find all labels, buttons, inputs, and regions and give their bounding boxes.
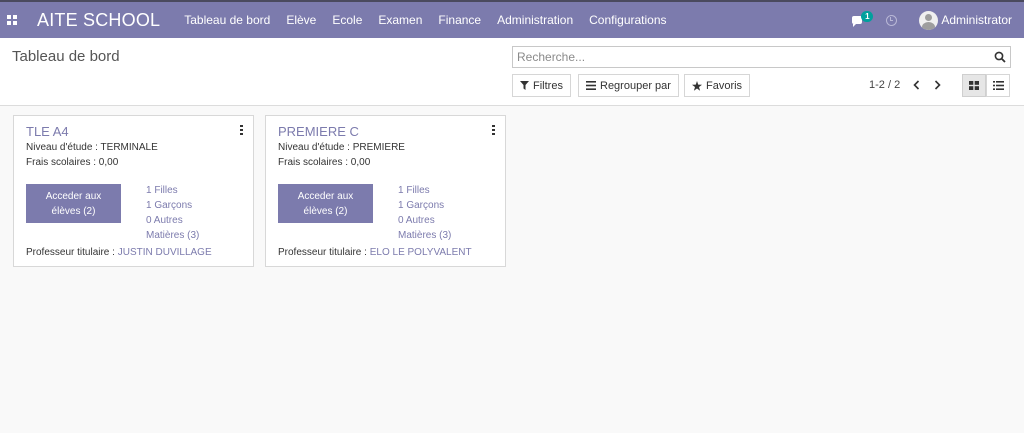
chevron-left-icon[interactable]	[910, 78, 922, 92]
filters-label: Filtres	[533, 79, 563, 92]
chevron-right-icon[interactable]	[931, 78, 943, 92]
pager-value[interactable]: 1-2 / 2	[869, 79, 900, 91]
menu-item-configurations[interactable]: Configurations	[589, 13, 666, 27]
user-avatar[interactable]	[919, 10, 939, 30]
chat-icon[interactable]: 1	[852, 10, 874, 30]
head-teacher: Professeur titulaire : JUSTIN DUVILLAGE	[26, 247, 212, 258]
user-menu[interactable]: Administrator	[941, 13, 1012, 27]
apps-grid-icon[interactable]	[0, 2, 24, 38]
kanban-view-button[interactable]	[962, 74, 986, 97]
top-navbar: AITE SCHOOL Tableau de bord Elève Ecole …	[0, 0, 1024, 38]
main-menu: Tableau de bord Elève Ecole Examen Finan…	[184, 13, 682, 27]
girls-count-link[interactable]: 1 Filles	[398, 185, 430, 196]
girls-count-link[interactable]: 1 Filles	[146, 185, 178, 196]
head-teacher-label: Professeur titulaire :	[278, 247, 370, 258]
list-icon	[992, 81, 1004, 90]
list-view-button[interactable]	[986, 74, 1010, 97]
filter-icon	[520, 81, 529, 90]
head-teacher-link[interactable]: ELO LE POLYVALENT	[370, 247, 472, 258]
subjects-link[interactable]: Matières (3)	[146, 230, 199, 241]
menu-item-tableau-de-bord[interactable]: Tableau de bord	[184, 13, 270, 27]
kebab-menu-icon[interactable]	[240, 125, 243, 135]
school-fees: Frais scolaires : 0,00	[278, 157, 371, 168]
kebab-menu-icon[interactable]	[492, 125, 495, 135]
card-title[interactable]: PREMIERE C	[278, 124, 359, 139]
menu-item-eleve[interactable]: Elève	[286, 13, 316, 27]
menu-item-examen[interactable]: Examen	[378, 13, 422, 27]
head-teacher: Professeur titulaire : ELO LE POLYVALENT	[278, 247, 472, 258]
school-fees: Frais scolaires : 0,00	[26, 157, 119, 168]
filters-button[interactable]: Filtres	[512, 74, 571, 97]
search-input[interactable]	[513, 47, 983, 67]
group-by-button[interactable]: Regrouper par	[578, 74, 679, 97]
access-students-button[interactable]: Acceder aux élèves (2)	[26, 184, 121, 223]
access-students-line1: Acceder aux	[45, 190, 102, 202]
study-level: Niveau d'étude : TERMINALE	[26, 142, 158, 153]
page-title: Tableau de bord	[12, 48, 120, 65]
access-students-button[interactable]: Acceder aux élèves (2)	[278, 184, 373, 223]
search-bar	[512, 46, 1011, 68]
menu-item-finance[interactable]: Finance	[438, 13, 481, 27]
head-teacher-label: Professeur titulaire :	[26, 247, 118, 258]
group-by-label: Regrouper par	[600, 79, 671, 92]
others-count-link[interactable]: 0 Autres	[398, 215, 435, 226]
kanban-card[interactable]: PREMIERE C Niveau d'étude : PREMIERE Fra…	[265, 115, 506, 267]
menu-item-ecole[interactable]: Ecole	[332, 13, 362, 27]
subjects-link[interactable]: Matières (3)	[398, 230, 451, 241]
search-icon[interactable]	[994, 51, 1006, 63]
favorites-button[interactable]: Favoris	[684, 74, 751, 97]
access-students-line2: élèves (2)	[303, 205, 348, 217]
brand-name[interactable]: AITE SCHOOL	[37, 10, 160, 31]
star-icon	[692, 80, 702, 91]
control-panel: Tableau de bord Filtres Regrouper par Fa…	[0, 38, 1024, 106]
navbar-systray: 1 Administrator	[852, 2, 1012, 38]
boys-count-link[interactable]: 1 Garçons	[146, 200, 192, 211]
others-count-link[interactable]: 0 Autres	[146, 215, 183, 226]
study-level: Niveau d'étude : PREMIERE	[278, 142, 405, 153]
access-students-line1: Acceder aux	[297, 190, 354, 202]
bars-icon	[586, 81, 596, 90]
kanban-card[interactable]: TLE A4 Niveau d'étude : TERMINALE Frais …	[13, 115, 254, 267]
favorites-label: Favoris	[706, 79, 743, 92]
messages-badge: 1	[861, 11, 874, 22]
clock-icon[interactable]	[886, 14, 898, 26]
kanban-icon	[969, 81, 979, 90]
card-title[interactable]: TLE A4	[26, 124, 69, 139]
access-students-line2: élèves (2)	[51, 205, 96, 217]
head-teacher-link[interactable]: JUSTIN DUVILLAGE	[118, 247, 212, 258]
menu-item-administration[interactable]: Administration	[497, 13, 573, 27]
boys-count-link[interactable]: 1 Garçons	[398, 200, 444, 211]
